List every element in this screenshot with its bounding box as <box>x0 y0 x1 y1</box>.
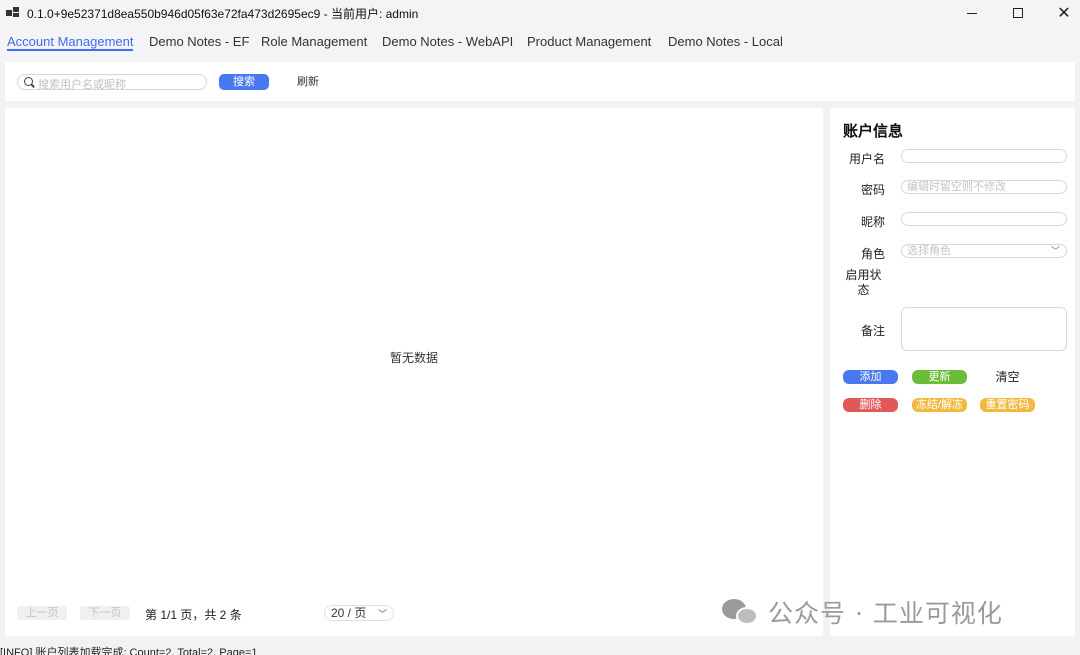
role-label: 角色 <box>860 247 885 261</box>
status-label: 启用状态 <box>845 268 882 297</box>
remark-field[interactable] <box>901 307 1067 351</box>
delete-button[interactable]: 删除 <box>843 398 898 412</box>
page-size-select[interactable]: 20 / 页 ﹀ <box>324 605 394 621</box>
account-info-panel: 账户信息 用户名 密码 编辑时留空则不修改 昵称 角色 选择角色 ﹀ 启用状态 … <box>830 108 1075 636</box>
freeze-toggle-button[interactable]: 冻结/解冻 <box>912 398 967 412</box>
next-page-button[interactable]: 下一页 <box>80 606 130 620</box>
search-icon <box>24 77 33 86</box>
remark-label: 备注 <box>860 324 885 338</box>
tab-bar: Account Management Demo Notes - EF Role … <box>0 26 1080 62</box>
clear-button[interactable]: 清空 <box>980 370 1035 384</box>
minimize-button[interactable] <box>949 0 995 26</box>
close-icon: ✕ <box>1057 3 1071 22</box>
tab-account-management[interactable]: Account Management <box>7 34 133 49</box>
nickname-label: 昵称 <box>860 215 885 229</box>
panel-title: 账户信息 <box>843 123 904 140</box>
wechat-icon <box>722 597 760 627</box>
tab-demo-notes-ef[interactable]: Demo Notes - EF <box>149 34 249 49</box>
search-panel: 搜索用户名或昵称 搜索 刷新 <box>5 62 1075 101</box>
chevron-down-icon: ﹀ <box>377 609 387 619</box>
chevron-down-icon: ﹀ <box>1050 246 1060 256</box>
app-icon <box>6 6 20 18</box>
tab-demo-notes-local[interactable]: Demo Notes - Local <box>668 34 783 49</box>
search-input[interactable]: 搜索用户名或昵称 <box>17 74 207 91</box>
search-button[interactable]: 搜索 <box>219 74 269 90</box>
search-placeholder: 搜索用户名或昵称 <box>38 79 126 91</box>
active-tab-indicator <box>7 49 133 51</box>
minimize-icon <box>967 12 977 14</box>
refresh-button[interactable]: 刷新 <box>283 74 333 90</box>
maximize-icon <box>1013 8 1023 18</box>
prev-page-button[interactable]: 上一页 <box>17 606 67 620</box>
status-bar: [INFO] 账户列表加载完成: Count=2, Total=2, Page=… <box>0 647 258 655</box>
watermark: 公众号 · 工业可视化 <box>722 594 1003 630</box>
update-button[interactable]: 更新 <box>912 370 967 384</box>
username-label: 用户名 <box>848 152 885 166</box>
nickname-field[interactable] <box>901 212 1067 226</box>
page-info: 第 1/1 页，共 2 条 <box>145 608 242 622</box>
tab-demo-notes-webapi[interactable]: Demo Notes - WebAPI <box>382 34 513 49</box>
role-select[interactable]: 选择角色 ﹀ <box>901 244 1067 258</box>
username-field[interactable] <box>901 149 1067 163</box>
watermark-text: 公众号 · 工业可视化 <box>768 599 1003 628</box>
empty-state-text: 暂无数据 <box>390 351 439 365</box>
tab-role-management[interactable]: Role Management <box>261 34 367 49</box>
title-bar: 0.1.0+9e52371d8ea550b946d05f63e72fa473d2… <box>0 0 1080 26</box>
tab-product-management[interactable]: Product Management <box>527 34 651 49</box>
page-size-value: 20 / 页 <box>331 606 367 620</box>
maximize-button[interactable] <box>995 0 1041 26</box>
account-list-panel: 暂无数据 上一页 下一页 第 1/1 页，共 2 条 20 / 页 ﹀ <box>5 108 823 636</box>
password-label: 密码 <box>860 183 885 197</box>
password-placeholder: 编辑时留空则不修改 <box>907 181 1006 193</box>
add-button[interactable]: 添加 <box>843 370 898 384</box>
window-title: 0.1.0+9e52371d8ea550b946d05f63e72fa473d2… <box>27 7 419 21</box>
reset-password-button[interactable]: 重置密码 <box>980 398 1035 412</box>
role-placeholder: 选择角色 <box>907 245 951 257</box>
close-button[interactable]: ✕ <box>1041 0 1080 26</box>
password-field[interactable]: 编辑时留空则不修改 <box>901 180 1067 194</box>
